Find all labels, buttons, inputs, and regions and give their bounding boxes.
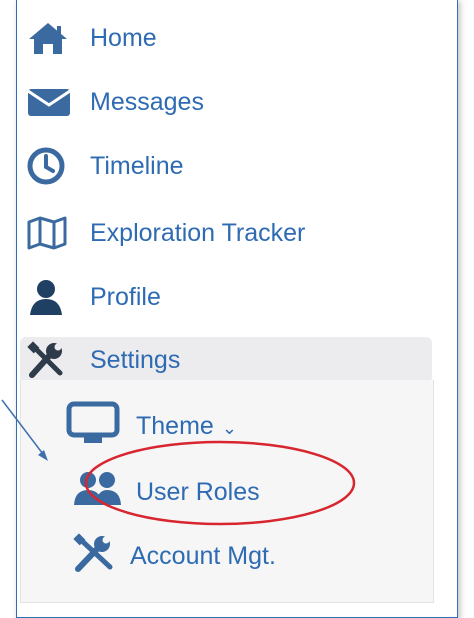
envelope-icon: [26, 82, 74, 122]
sidebar-item-messages[interactable]: Messages: [26, 80, 204, 124]
sidebar-item-label: Exploration Tracker: [90, 218, 306, 247]
submenu-item-label: Theme: [136, 411, 214, 440]
submenu-item-label: Account Mgt.: [130, 541, 276, 570]
clock-icon: [26, 146, 74, 186]
sidebar-item-exploration-tracker[interactable]: Exploration Tracker: [26, 211, 305, 255]
sidebar-item-profile[interactable]: Profile: [26, 275, 161, 319]
sidebar-item-label: Profile: [90, 282, 161, 311]
map-icon: [26, 213, 74, 253]
sidebar-item-home[interactable]: Home: [26, 16, 157, 60]
sidebar-item-label: Home: [90, 23, 157, 52]
submenu-item-account-mgt[interactable]: Account Mgt.: [72, 532, 276, 580]
submenu-item-theme[interactable]: Theme ⌄: [66, 401, 237, 448]
monitor-icon: [66, 401, 122, 452]
submenu-item-user-roles[interactable]: User Roles: [72, 470, 260, 514]
home-icon: [26, 18, 74, 58]
sidebar-item-label: Settings: [90, 345, 181, 374]
wrench-screwdriver-icon: [72, 532, 120, 580]
wrench-screwdriver-icon: [26, 340, 74, 380]
chevron-down-icon: ⌄: [221, 417, 237, 438]
sidebar-item-label: Timeline: [90, 151, 184, 180]
submenu-item-label: User Roles: [136, 477, 260, 506]
user-icon: [26, 277, 74, 317]
sidebar-item-timeline[interactable]: Timeline: [26, 144, 184, 188]
sidebar-item-settings[interactable]: Settings: [26, 338, 180, 382]
sidebar-item-label: Messages: [90, 87, 204, 116]
users-icon: [72, 471, 122, 514]
